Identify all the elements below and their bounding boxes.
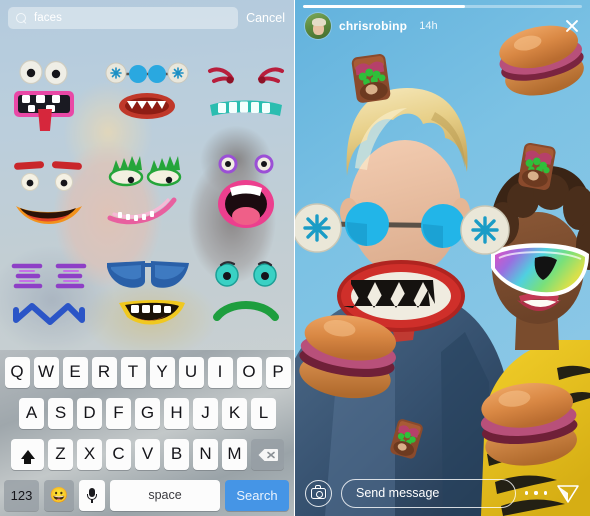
key-r[interactable]: R — [91, 356, 117, 388]
space-key[interactable]: space — [110, 479, 220, 511]
send-message-placeholder: Send message — [356, 486, 440, 500]
emoji-key[interactable]: 😀 — [44, 479, 74, 511]
key-x[interactable]: X — [77, 438, 102, 470]
story-viewer-panel: chrisrobinp 14h Send message — [295, 0, 590, 516]
key-e[interactable]: E — [62, 356, 88, 388]
shift-key[interactable] — [11, 438, 44, 470]
backspace-key[interactable] — [251, 438, 284, 470]
keyboard-row-4: 123 😀 space Search — [2, 478, 293, 512]
key-f[interactable]: F — [106, 397, 131, 429]
backspace-icon — [258, 447, 278, 461]
search-bar: faces Cancel — [0, 0, 295, 36]
story-header: chrisrobinp 14h — [295, 11, 590, 41]
key-k[interactable]: K — [222, 397, 247, 429]
shift-arrow-icon — [20, 449, 35, 464]
story-username[interactable]: chrisrobinp — [339, 19, 407, 33]
story-photo — [295, 0, 590, 516]
key-z[interactable]: Z — [48, 438, 73, 470]
sticker-angry-red[interactable] — [197, 44, 295, 144]
sticker-teal-frown[interactable] — [197, 244, 295, 344]
key-g[interactable]: G — [135, 397, 160, 429]
key-p[interactable]: P — [265, 356, 291, 388]
avatar[interactable] — [305, 13, 331, 39]
send-message-input[interactable]: Send message — [341, 478, 516, 508]
keyboard-row-2: A S D F G H J K L — [2, 396, 293, 430]
key-h[interactable]: H — [164, 397, 189, 429]
key-s[interactable]: S — [48, 397, 73, 429]
story-progress-fill — [303, 5, 465, 8]
microphone-key[interactable] — [79, 479, 105, 511]
sticker-brow-smile[interactable] — [0, 144, 98, 244]
on-screen-keyboard: Q W E R T Y U I O P A S D F G H J K L Z … — [0, 350, 295, 516]
send-icon[interactable] — [556, 482, 580, 504]
sticker-purple-shout[interactable] — [197, 144, 295, 244]
keyboard-row-3: Z X C V B N M — [2, 437, 293, 471]
sticker-search-panel: faces Cancel Q W E R T Y U I O P A S D F… — [0, 0, 295, 516]
search-icon — [16, 12, 27, 24]
key-t[interactable]: T — [120, 356, 146, 388]
key-q[interactable]: Q — [4, 356, 30, 388]
microphone-icon — [87, 487, 97, 503]
key-j[interactable]: J — [193, 397, 218, 429]
key-c[interactable]: C — [106, 438, 131, 470]
story-timestamp: 14h — [419, 20, 438, 32]
story-footer: Send message — [295, 470, 590, 516]
key-b[interactable]: B — [164, 438, 189, 470]
sticker-ball-glasses[interactable] — [98, 44, 196, 144]
sticker-googly-tongue[interactable] — [0, 44, 98, 144]
numeric-key[interactable]: 123 — [4, 479, 39, 511]
search-input-value: faces — [34, 12, 62, 24]
key-n[interactable]: N — [193, 438, 218, 470]
cancel-button[interactable]: Cancel — [246, 11, 287, 25]
key-a[interactable]: A — [19, 397, 44, 429]
sticker-purple-zigzag[interactable] — [0, 244, 98, 344]
key-y[interactable]: Y — [149, 356, 175, 388]
key-d[interactable]: D — [77, 397, 102, 429]
key-o[interactable]: O — [236, 356, 262, 388]
panel-divider — [294, 0, 295, 516]
key-w[interactable]: W — [33, 356, 59, 388]
search-input[interactable]: faces — [8, 7, 239, 29]
sticker-grid — [0, 44, 295, 344]
camera-button[interactable] — [305, 479, 332, 507]
key-m[interactable]: M — [222, 438, 247, 470]
app-root: faces Cancel Q W E R T Y U I O P A S D F… — [0, 0, 590, 516]
key-i[interactable]: I — [207, 356, 233, 388]
close-icon[interactable] — [564, 18, 580, 34]
story-progress-bar[interactable] — [303, 5, 582, 8]
keyboard-search-button[interactable]: Search — [225, 479, 289, 511]
more-options-button[interactable] — [525, 491, 547, 495]
camera-icon — [311, 485, 326, 499]
keyboard-row-1: Q W E R T Y U I O P — [2, 355, 293, 389]
key-u[interactable]: U — [178, 356, 204, 388]
key-l[interactable]: L — [251, 397, 276, 429]
key-v[interactable]: V — [135, 438, 160, 470]
sticker-spiky-green[interactable] — [98, 144, 196, 244]
sticker-shades-yellow[interactable] — [98, 244, 196, 344]
